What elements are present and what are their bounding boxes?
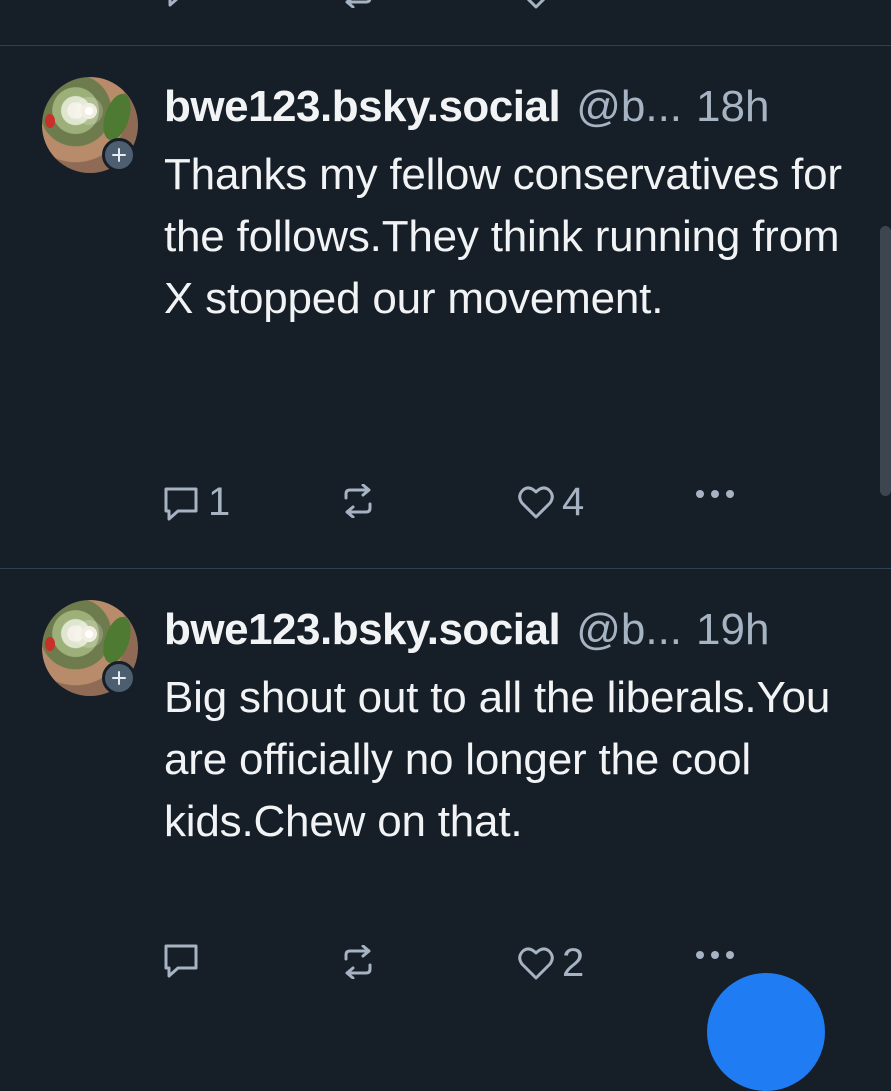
avatar-bloom — [45, 114, 55, 128]
post-actions: 2 — [162, 941, 782, 991]
heart-icon — [518, 946, 554, 979]
follow-button[interactable] — [102, 138, 136, 172]
display-name[interactable]: bwe123.bsky.social — [164, 605, 561, 655]
like-count: 4 — [562, 480, 585, 524]
more-button[interactable] — [694, 488, 736, 500]
post-actions: 1 4 — [162, 480, 782, 530]
more-button[interactable] — [694, 949, 736, 961]
post-item[interactable]: bwe123.bsky.social @b... 19h Big shout o… — [0, 569, 891, 1000]
post-text: Big shout out to all the liberals.You ar… — [164, 673, 831, 846]
reply-count: 1 — [208, 480, 231, 524]
repost-button[interactable] — [340, 484, 384, 518]
display-name[interactable]: bwe123.bsky.social — [164, 82, 561, 132]
reply-icon[interactable] — [164, 0, 198, 13]
like-count: 2 — [562, 941, 585, 985]
repost-icon[interactable] — [340, 0, 376, 13]
post-feed: bwe123.bsky.social @b... 18h Thanks my f… — [0, 0, 891, 1091]
avatar-bloom — [45, 637, 55, 651]
plus-icon — [112, 148, 126, 162]
avatar-flower — [75, 620, 103, 648]
reply-icon — [164, 944, 198, 978]
compose-button[interactable] — [707, 973, 825, 1091]
reply-button[interactable]: 1 — [162, 480, 230, 525]
like-button[interactable]: 2 — [518, 941, 584, 986]
post-item[interactable]: bwe123.bsky.social @b... 18h Thanks my f… — [0, 46, 891, 568]
post-text: Thanks my fellow conservatives for the f… — [164, 150, 842, 323]
post-time[interactable]: 18h — [696, 82, 769, 132]
scrollbar[interactable] — [880, 226, 891, 496]
follow-button[interactable] — [102, 661, 136, 695]
post-time[interactable]: 19h — [696, 605, 769, 655]
avatar-leaf — [98, 613, 136, 667]
post-header: bwe123.bsky.social @b... 19h — [164, 605, 855, 655]
reply-icon — [164, 487, 198, 520]
post-header: bwe123.bsky.social @b... 18h — [164, 82, 855, 132]
repost-icon — [344, 945, 372, 979]
handle[interactable]: @b... — [576, 605, 682, 655]
like-button[interactable]: 4 — [518, 480, 584, 525]
repost-button[interactable] — [340, 945, 384, 979]
repost-icon — [344, 484, 372, 518]
handle[interactable]: @b... — [576, 82, 682, 132]
avatar-flower — [75, 97, 103, 125]
plus-icon — [112, 671, 126, 685]
heart-icon[interactable] — [518, 0, 554, 15]
reply-button[interactable] — [162, 941, 208, 979]
ellipsis-icon — [696, 490, 734, 498]
avatar-leaf — [98, 90, 136, 144]
ellipsis-icon — [696, 951, 734, 959]
heart-icon — [518, 485, 554, 518]
